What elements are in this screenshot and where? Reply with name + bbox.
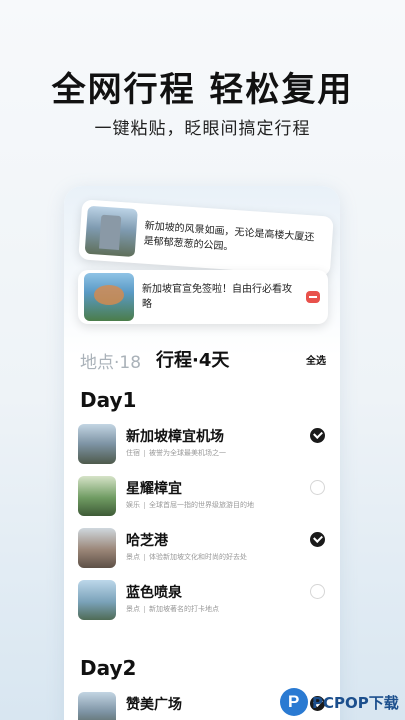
headline: 全网行程 轻松复用 [51, 70, 354, 110]
checked-icon[interactable] [310, 532, 325, 547]
place-meta: 景点 新加坡著名的打卡地点 [126, 605, 219, 613]
view-tabs: 地点·18 行程·4天 全选 [80, 346, 326, 373]
place-photo [78, 692, 116, 720]
place-name: 蓝色喷泉 [126, 585, 182, 601]
clip-card-2-text: 新加坡官宣免签啦！自由行必看攻略 [142, 284, 292, 310]
subheadline: 一键粘贴，眨眼间搞定行程 [94, 119, 311, 139]
place-meta: 娱乐 全球首屈一指的世界级旅游目的地 [126, 501, 254, 509]
place-name: 哈芝港 [126, 533, 168, 549]
place-name: 星耀樟宜 [126, 481, 182, 497]
place-name: 赞美广场 [126, 697, 182, 713]
watermark: PCPOP下载 [280, 684, 405, 720]
unchecked-icon[interactable] [310, 480, 325, 495]
select-all-button[interactable]: 全选 [306, 352, 326, 367]
checked-icon[interactable] [310, 428, 325, 443]
list-item-place[interactable]: 星耀樟宜 娱乐 全球首屈一指的世界级旅游目的地 [78, 476, 328, 520]
clip-card-2[interactable]: 新加坡官宣免签啦！自由行必看攻略 [78, 270, 328, 324]
marina-bay-building-photo [84, 205, 138, 258]
tab-places[interactable]: 地点·18 [80, 348, 141, 373]
red-badge-icon [306, 291, 320, 303]
place-photo [78, 424, 116, 464]
place-photo [78, 476, 116, 516]
tab-trip[interactable]: 行程·4天 [156, 346, 229, 372]
pcpop-logo-icon [280, 688, 308, 716]
day-title-1: Day1 [80, 388, 137, 412]
list-item-place[interactable]: 哈芝港 景点 体验新加坡文化和时尚的好去处 [78, 528, 328, 572]
place-meta: 景点 体验新加坡文化和时尚的好去处 [126, 553, 247, 561]
place-meta: 住宿 被誉为全球最美机场之一 [126, 449, 226, 457]
place-photo [78, 580, 116, 620]
clip-card-1-text: 新加坡的风景如画，无论是高楼大厦还是郁郁葱葱的公园。 [143, 220, 315, 253]
unchecked-icon[interactable] [310, 584, 325, 599]
place-photo [78, 528, 116, 568]
list-item-place[interactable]: 新加坡樟宜机场 住宿 被誉为全球最美机场之一 [78, 424, 328, 468]
gardens-supertree-photo [84, 273, 134, 321]
day-title-2: Day2 [80, 656, 137, 680]
place-name: 新加坡樟宜机场 [126, 429, 224, 445]
list-item-place[interactable]: 蓝色喷泉 景点 新加坡著名的打卡地点 [78, 580, 328, 624]
watermark-text: PCPOP下载 [312, 693, 399, 712]
